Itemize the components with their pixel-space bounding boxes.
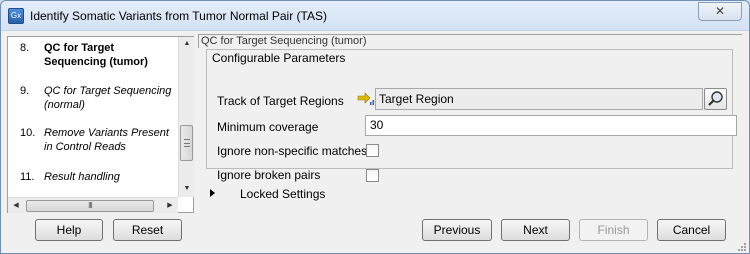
title-bar: Gx Identify Somatic Variants from Tumor … (1, 1, 749, 31)
step-number: 10. (20, 127, 36, 139)
horizontal-scroll-thumb[interactable]: III (26, 200, 154, 212)
step-list-vertical-scrollbar[interactable]: ▲ ▼ (178, 37, 194, 197)
step-list-horizontal-scrollbar[interactable]: ◀ III ▶ (8, 197, 178, 213)
ignore-broken-pairs-checkbox[interactable] (366, 169, 379, 182)
step-list: 8. QC for Target Sequencing (tumor) 9. Q… (8, 37, 178, 197)
help-button[interactable]: Help (35, 219, 103, 241)
track-selector: Target Region (354, 88, 727, 110)
step-label: QC for Target Sequencing (tumor) (44, 42, 148, 68)
next-button[interactable]: Next (501, 219, 570, 241)
step-navigation-panel: 8. QC for Target Sequencing (tumor) 9. Q… (7, 36, 194, 213)
step-number: 11. (20, 171, 35, 183)
track-icon (357, 92, 375, 105)
scroll-left-icon[interactable]: ◀ (9, 198, 23, 214)
scroll-down-icon[interactable]: ▼ (179, 182, 195, 196)
track-label: Track of Target Regions (217, 94, 344, 108)
previous-button[interactable]: Previous (422, 219, 492, 241)
step-label: QC for Target Sequencing (normal) (44, 85, 172, 111)
scroll-right-icon[interactable]: ▶ (163, 198, 177, 214)
parameters-panel: QC for Target Sequencing (tumor) Configu… (196, 32, 744, 213)
finish-button[interactable]: Finish (579, 219, 648, 241)
resize-grip-icon[interactable] (737, 242, 747, 252)
close-button[interactable]: ✕ (698, 2, 742, 21)
step-label: Result handling (44, 171, 120, 183)
step-number: 8. (20, 42, 30, 54)
browse-button[interactable] (704, 88, 727, 110)
min-coverage-label: Minimum coverage (217, 120, 319, 134)
ignore-nonspecific-checkbox[interactable] (366, 144, 379, 157)
app-icon: Gx (8, 8, 24, 24)
magnifier-icon (708, 91, 723, 106)
locked-settings-toggle[interactable]: Locked Settings (206, 186, 406, 202)
dialog-window: Gx Identify Somatic Variants from Tumor … (0, 0, 750, 254)
vertical-scroll-thumb[interactable] (180, 125, 193, 161)
min-coverage-input[interactable]: 30 (365, 115, 737, 136)
locked-settings-label: Locked Settings (240, 187, 326, 201)
group-title: Configurable Parameters (212, 51, 346, 65)
cancel-button[interactable]: Cancel (657, 219, 726, 241)
window-title: Identify Somatic Variants from Tumor Nor… (30, 9, 327, 23)
scroll-up-icon[interactable]: ▲ (179, 37, 195, 51)
reset-button[interactable]: Reset (113, 219, 182, 241)
configurable-parameters-group: Configurable Parameters Track of Target … (206, 49, 737, 182)
expand-triangle-icon (210, 189, 215, 197)
ignore-broken-pairs-label: Ignore broken pairs (217, 168, 321, 182)
step-number: 9. (20, 85, 30, 97)
ignore-nonspecific-label: Ignore non-specific matches (217, 144, 368, 158)
section-header: QC for Target Sequencing (tumor) (198, 34, 742, 48)
track-value-field[interactable]: Target Region (375, 88, 703, 110)
step-label: Remove Variants Present in Control Reads (44, 127, 169, 153)
